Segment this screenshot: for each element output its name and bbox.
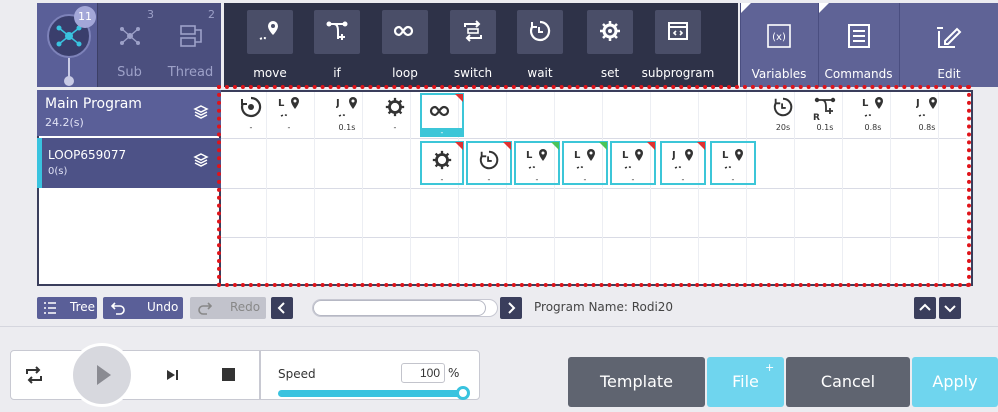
layers-icon[interactable] (193, 152, 209, 168)
speed-input[interactable] (401, 363, 445, 383)
svg-text:(x): (x) (772, 32, 786, 43)
cancel-button[interactable]: Cancel (786, 357, 910, 407)
sub-label: Sub (117, 65, 142, 80)
file-plus-icon: + (765, 361, 775, 374)
program-name: Program Name: Rodi20 (534, 300, 674, 314)
repeat-icon (26, 366, 42, 384)
wait-button[interactable] (517, 10, 563, 66)
layers-icon[interactable] (193, 104, 209, 120)
loop-infinity-icon (393, 25, 414, 37)
tree-item-main-program[interactable]: Main Program 24.2(s) (37, 90, 221, 136)
move-pin-icon (259, 21, 278, 40)
undo-button[interactable]: Undo (103, 297, 183, 319)
wait-label: wait (527, 66, 553, 80)
commands-label: Commands (824, 67, 893, 81)
thread-label: Thread (167, 65, 214, 80)
thread-count: 2 (208, 8, 215, 21)
subprogram-icon (668, 22, 688, 40)
speed-label: Speed (278, 367, 316, 381)
switch-button[interactable] (450, 10, 496, 66)
divider (0, 326, 998, 327)
tree-label: Tree (70, 300, 96, 314)
if-button[interactable] (314, 10, 360, 66)
edit-button[interactable]: Edit (899, 3, 998, 87)
variables-label: Variables (751, 67, 807, 81)
list-icon (44, 302, 56, 314)
redo-icon (198, 302, 212, 315)
thread-tab[interactable]: 2 Thread (160, 3, 221, 87)
chevron-up-icon (919, 303, 931, 311)
chevron-down-icon (944, 305, 956, 313)
tree-connector (68, 58, 70, 78)
edit-icon (937, 27, 962, 48)
subprogram-label: subprogram (641, 66, 715, 80)
play-icon (97, 365, 111, 385)
undo-label: Undo (147, 300, 179, 314)
variables-icon: (x) (767, 24, 791, 48)
chevron-right-icon (508, 302, 516, 314)
loop-button[interactable] (382, 10, 428, 66)
move-label: move (253, 66, 287, 80)
scrollbar-thumb[interactable] (313, 300, 486, 316)
commands-button[interactable]: Commands (818, 3, 898, 87)
highlight-frame (217, 85, 971, 287)
sub-count: 3 (147, 8, 154, 21)
set-button[interactable] (587, 10, 633, 66)
subprogram-button[interactable] (655, 10, 701, 66)
main-count-badge: 11 (74, 6, 96, 28)
speed-slider[interactable] (278, 390, 464, 397)
thread-icon (180, 25, 202, 47)
scroll-down-button[interactable] (939, 297, 961, 319)
main-program-name: Main Program (45, 96, 142, 112)
chevron-left-icon (277, 302, 285, 314)
if-branch-icon (326, 21, 348, 40)
loop-time: 0(s) (48, 166, 68, 177)
loop-name: LOOP659077 (48, 148, 127, 162)
tree-item-loop[interactable]: LOOP659077 0(s) (37, 138, 221, 188)
switch-icon (464, 20, 482, 42)
scroll-left-button[interactable] (271, 297, 293, 319)
step-button[interactable] (164, 367, 180, 387)
tree-button[interactable]: Tree (37, 297, 97, 319)
loop-label: loop (392, 66, 418, 80)
scroll-right-button[interactable] (500, 297, 522, 319)
speed-unit: % (448, 366, 460, 380)
commands-list-icon (848, 24, 870, 48)
stop-button[interactable] (222, 368, 235, 381)
undo-icon (111, 302, 125, 315)
template-button[interactable]: Template (568, 357, 705, 407)
repeat-button[interactable] (24, 365, 44, 389)
set-label: set (600, 66, 620, 80)
sub-icon (120, 27, 140, 45)
play-button[interactable] (70, 343, 134, 407)
move-button[interactable] (247, 10, 293, 66)
scroll-up-button[interactable] (914, 297, 936, 319)
variables-button[interactable]: (x) Variables (740, 3, 817, 87)
speed-slider-knob[interactable] (456, 386, 470, 400)
redo-label: Redo (230, 300, 261, 314)
set-gear-icon (600, 21, 620, 41)
wait-clock-icon (529, 20, 551, 42)
redo-button[interactable]: Redo (190, 297, 266, 319)
switch-label: switch (453, 66, 493, 80)
main-program-time: 24.2(s) (45, 116, 84, 129)
if-label: if (333, 66, 341, 80)
step-forward-icon (167, 370, 178, 380)
sub-tab[interactable]: 3 Sub (99, 3, 160, 87)
apply-button[interactable]: Apply (912, 357, 998, 407)
tree-node (64, 76, 74, 86)
edit-label: Edit (937, 67, 961, 81)
